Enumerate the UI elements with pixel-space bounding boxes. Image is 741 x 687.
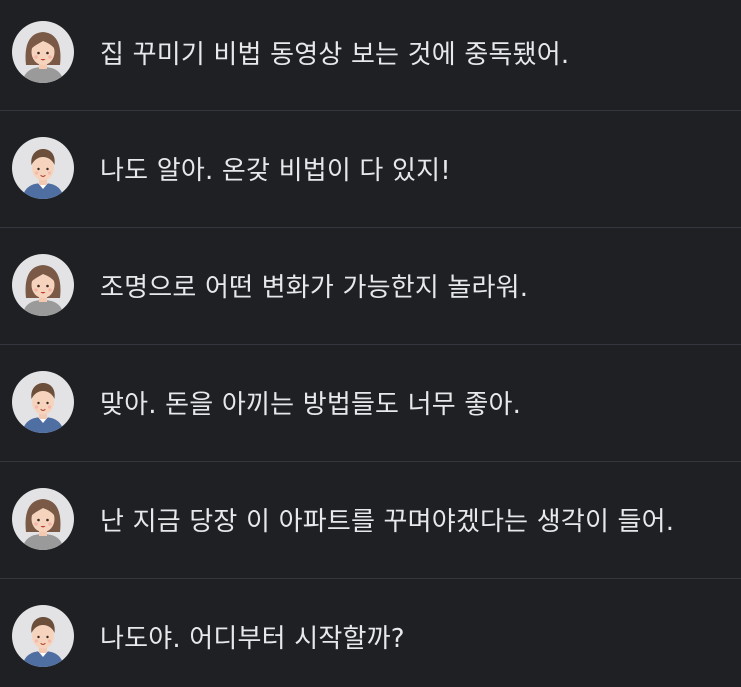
message-text: 집 꾸미기 비법 동영상 보는 것에 중독됐어. bbox=[100, 39, 570, 70]
divider bbox=[0, 110, 741, 111]
female-avatar-icon bbox=[12, 254, 74, 316]
message-row: 조명으로 어떤 변화가 가능한지 놀라워. bbox=[0, 227, 741, 343]
message-row: 난 지금 당장 이 아파트를 꾸며야겠다는 생각이 들어. bbox=[0, 461, 741, 577]
message-row: 나도 알아. 온갖 비법이 다 있지! bbox=[0, 110, 741, 226]
male-avatar-icon bbox=[12, 371, 74, 433]
divider bbox=[0, 578, 741, 579]
message-text: 나도 알아. 온갖 비법이 다 있지! bbox=[100, 155, 451, 186]
message-text: 맞아. 돈을 아끼는 방법들도 너무 좋아. bbox=[100, 389, 522, 420]
male-avatar-icon bbox=[12, 605, 74, 667]
female-avatar-icon bbox=[12, 488, 74, 550]
message-row: 집 꾸미기 비법 동영상 보는 것에 중독됐어. bbox=[0, 0, 741, 110]
divider bbox=[0, 344, 741, 345]
divider bbox=[0, 227, 741, 228]
divider bbox=[0, 461, 741, 462]
chat-transcript: 집 꾸미기 비법 동영상 보는 것에 중독됐어. 나도 알아. 온갖 비법이 다… bbox=[0, 0, 741, 687]
message-text: 조명으로 어떤 변화가 가능한지 놀라워. bbox=[100, 272, 529, 303]
message-text: 나도야. 어디부터 시작할까? bbox=[100, 623, 405, 654]
message-row: 나도야. 어디부터 시작할까? bbox=[0, 578, 741, 687]
message-text: 난 지금 당장 이 아파트를 꾸며야겠다는 생각이 들어. bbox=[100, 506, 675, 537]
female-avatar-icon bbox=[12, 21, 74, 83]
message-row: 맞아. 돈을 아끼는 방법들도 너무 좋아. bbox=[0, 344, 741, 460]
male-avatar-icon bbox=[12, 137, 74, 199]
